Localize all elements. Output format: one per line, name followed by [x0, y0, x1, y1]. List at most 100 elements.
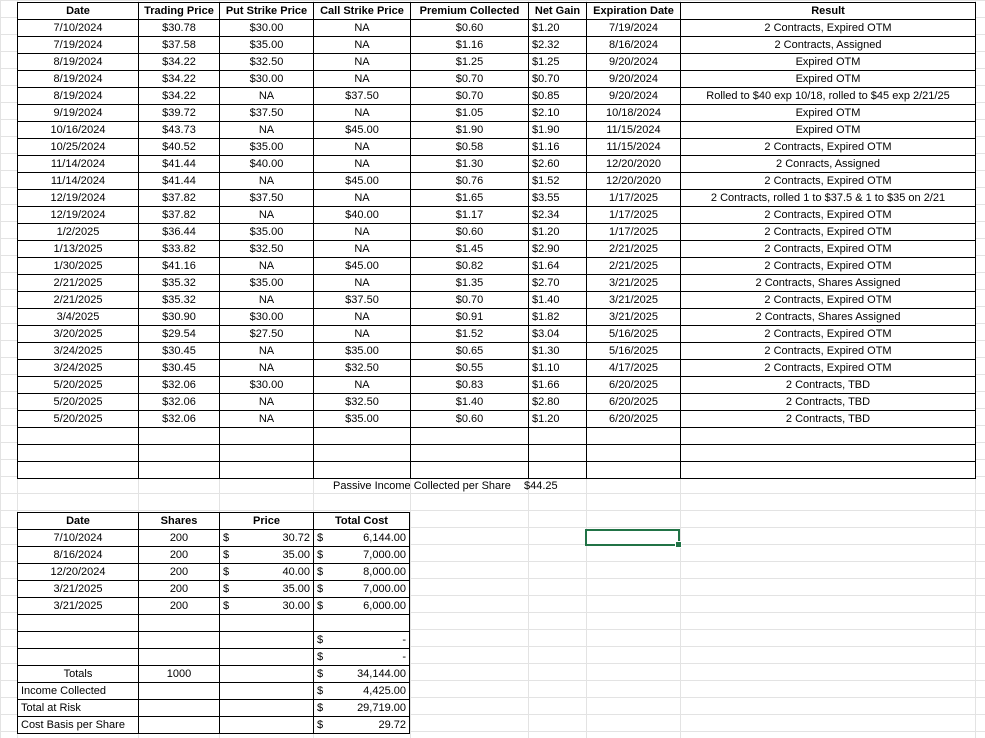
- table-cell[interactable]: $1.05: [410, 104, 529, 122]
- table-cell[interactable]: $ -: [313, 648, 410, 666]
- table-cell[interactable]: [17, 631, 139, 649]
- table-cell[interactable]: [219, 631, 314, 649]
- table-cell[interactable]: $40.52: [138, 138, 220, 156]
- table-cell[interactable]: $7,000.00: [313, 580, 410, 598]
- table-cell[interactable]: [219, 648, 314, 666]
- table-cell[interactable]: 6/20/2025: [586, 376, 681, 394]
- table-cell[interactable]: $1.90: [528, 121, 587, 139]
- table-cell[interactable]: $0.82: [410, 257, 529, 275]
- table-cell[interactable]: [219, 716, 314, 734]
- table-cell[interactable]: $1.16: [528, 138, 587, 156]
- table-cell[interactable]: $37.82: [138, 206, 220, 224]
- table-cell[interactable]: [138, 614, 220, 632]
- table-cell[interactable]: 3/20/2025: [17, 325, 139, 343]
- table-cell[interactable]: $35.00: [313, 342, 411, 360]
- table-cell[interactable]: [528, 427, 587, 445]
- table-cell[interactable]: $1.20: [528, 223, 587, 241]
- table-cell[interactable]: $0.70: [410, 70, 529, 88]
- table-cell[interactable]: $35.00: [219, 580, 314, 598]
- table-cell[interactable]: $2.32: [528, 36, 587, 54]
- table-cell[interactable]: 2 Contracts, Shares Assigned: [680, 308, 976, 326]
- table-cell[interactable]: 2 Contracts, Expired OTM: [680, 206, 976, 224]
- table-cell[interactable]: $37.82: [138, 189, 220, 207]
- table-cell[interactable]: $39.72: [138, 104, 220, 122]
- table-cell[interactable]: 200: [138, 529, 220, 547]
- table-cell[interactable]: 1/17/2025: [586, 206, 681, 224]
- table-cell[interactable]: $1.17: [410, 206, 529, 224]
- table-cell[interactable]: 5/20/2025: [17, 410, 139, 428]
- table-cell[interactable]: [17, 444, 139, 462]
- table-cell[interactable]: 5/16/2025: [586, 342, 681, 360]
- column-header[interactable]: Call Strike Price: [313, 2, 411, 20]
- table-cell[interactable]: $32.50: [313, 393, 411, 411]
- table-cell[interactable]: 2 Contracts, TBD: [680, 393, 976, 411]
- table-cell[interactable]: $32.06: [138, 410, 220, 428]
- table-cell[interactable]: 2/21/2025: [17, 274, 139, 292]
- table-cell[interactable]: $29.72: [313, 716, 410, 734]
- table-cell[interactable]: NA: [313, 376, 411, 394]
- table-cell[interactable]: NA: [219, 121, 314, 139]
- table-cell[interactable]: $37.50: [219, 189, 314, 207]
- table-cell[interactable]: $1.25: [410, 53, 529, 71]
- table-cell[interactable]: NA: [313, 36, 411, 54]
- table-cell[interactable]: NA: [313, 274, 411, 292]
- table-cell[interactable]: $37.50: [219, 104, 314, 122]
- table-cell[interactable]: [138, 427, 220, 445]
- column-header[interactable]: Shares: [138, 512, 220, 530]
- table-cell[interactable]: [17, 614, 139, 632]
- table-cell[interactable]: [219, 682, 314, 700]
- table-cell[interactable]: $29.54: [138, 325, 220, 343]
- table-cell[interactable]: NA: [219, 257, 314, 275]
- table-cell[interactable]: $41.16: [138, 257, 220, 275]
- table-cell[interactable]: 2 Contracts, Expired OTM: [680, 325, 976, 343]
- table-cell[interactable]: $2.34: [528, 206, 587, 224]
- table-cell[interactable]: $1.20: [528, 410, 587, 428]
- table-cell[interactable]: 5/20/2025: [17, 376, 139, 394]
- table-cell[interactable]: $0.60: [410, 19, 529, 37]
- table-cell[interactable]: 3/21/2025: [17, 597, 139, 615]
- table-cell[interactable]: $36.44: [138, 223, 220, 241]
- table-cell[interactable]: $1.40: [528, 291, 587, 309]
- table-cell[interactable]: $35.00: [219, 274, 314, 292]
- table-cell[interactable]: $30.00: [219, 597, 314, 615]
- table-cell[interactable]: $30.78: [138, 19, 220, 37]
- table-cell[interactable]: $0.70: [528, 70, 587, 88]
- table-cell[interactable]: [586, 427, 681, 445]
- table-cell[interactable]: $0.60: [410, 410, 529, 428]
- table-cell[interactable]: $1.45: [410, 240, 529, 258]
- table-cell[interactable]: 7/19/2024: [17, 36, 139, 54]
- table-cell[interactable]: 10/16/2024: [17, 121, 139, 139]
- table-cell[interactable]: $34.22: [138, 70, 220, 88]
- table-cell[interactable]: [17, 461, 139, 479]
- table-cell[interactable]: [219, 444, 314, 462]
- table-cell[interactable]: 12/20/2020: [586, 155, 681, 173]
- table-cell[interactable]: [219, 699, 314, 717]
- table-cell[interactable]: 2 Contracts, Shares Assigned: [680, 274, 976, 292]
- table-cell[interactable]: [138, 648, 220, 666]
- table-cell[interactable]: $0.76: [410, 172, 529, 190]
- table-cell[interactable]: NA: [219, 359, 314, 377]
- table-cell[interactable]: $1.30: [528, 342, 587, 360]
- table-cell[interactable]: $41.44: [138, 172, 220, 190]
- table-cell[interactable]: 2/21/2025: [586, 240, 681, 258]
- table-cell[interactable]: [586, 444, 681, 462]
- table-cell[interactable]: $30.00: [219, 308, 314, 326]
- table-cell[interactable]: $32.50: [313, 359, 411, 377]
- table-cell[interactable]: 3/24/2025: [17, 342, 139, 360]
- table-cell[interactable]: $1.35: [410, 274, 529, 292]
- table-cell[interactable]: NA: [219, 172, 314, 190]
- table-cell[interactable]: $0.60: [410, 223, 529, 241]
- table-cell[interactable]: 8/19/2024: [17, 87, 139, 105]
- table-cell[interactable]: [138, 461, 220, 479]
- table-cell[interactable]: [219, 665, 314, 683]
- table-cell[interactable]: 4/17/2025: [586, 359, 681, 377]
- table-cell[interactable]: 12/19/2024: [17, 189, 139, 207]
- table-cell[interactable]: $40.00: [313, 206, 411, 224]
- column-header[interactable]: Expiration Date: [586, 2, 681, 20]
- table-cell[interactable]: 200: [138, 580, 220, 598]
- table-cell[interactable]: $37.58: [138, 36, 220, 54]
- table-cell[interactable]: $35.00: [219, 223, 314, 241]
- table-cell[interactable]: $32.50: [219, 53, 314, 71]
- table-cell[interactable]: $30.45: [138, 359, 220, 377]
- table-cell[interactable]: [138, 716, 220, 734]
